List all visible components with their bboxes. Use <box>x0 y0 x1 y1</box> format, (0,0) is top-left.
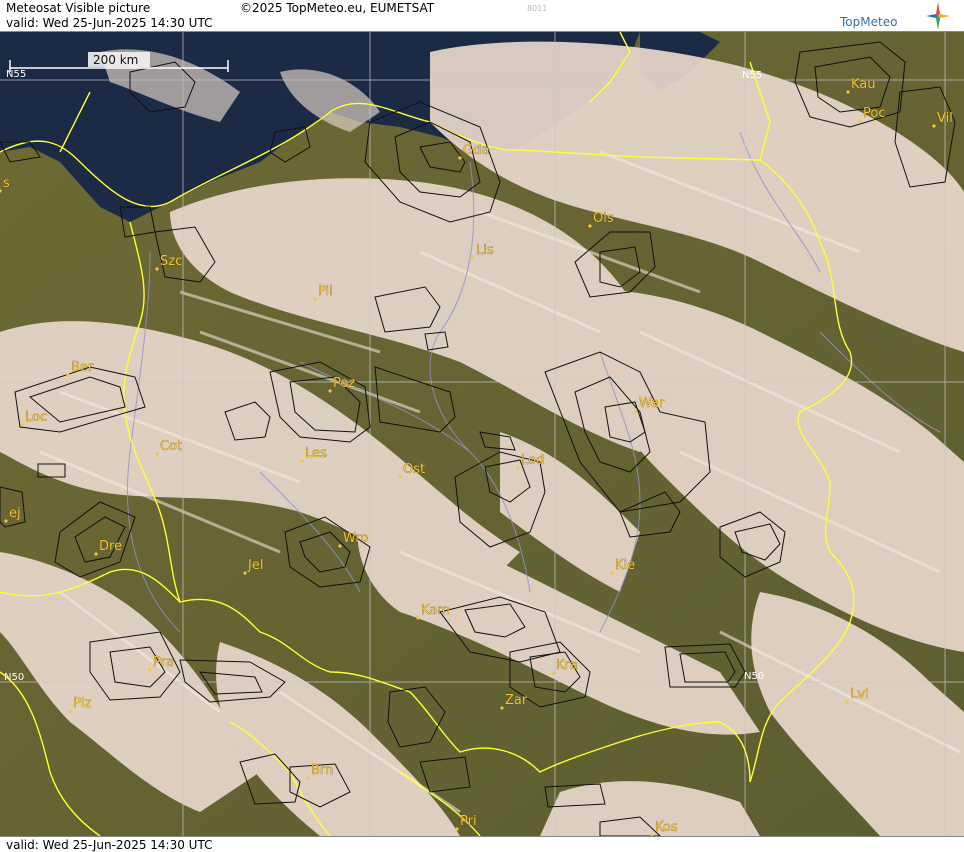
city-label: Kra <box>556 658 578 673</box>
city-dot <box>300 459 304 463</box>
valid-time: valid: Wed 25-Jun-2025 14:30 UTC <box>6 16 213 30</box>
city-dot <box>858 119 862 123</box>
city-dot <box>338 544 342 548</box>
lat-label-n55-right: N55 <box>742 70 762 81</box>
city-dot <box>500 706 504 710</box>
city-dot <box>458 156 462 160</box>
city-label: Szc <box>160 254 182 269</box>
satellite-map[interactable]: N55 N55 N50 N50 200 km Gda Kau Poc Vil Szc Ol… <box>0 32 964 836</box>
city-dot <box>610 571 614 575</box>
city-dot <box>551 671 555 675</box>
image-code: 8011 <box>527 4 548 13</box>
lat-label-n55-left: N55 <box>6 69 26 80</box>
city-dot <box>155 452 159 456</box>
city-dot <box>94 552 98 556</box>
city-dot <box>20 423 24 427</box>
compass-star-icon <box>926 2 950 30</box>
city-label: Ost <box>403 462 425 477</box>
city-label: Kau <box>851 77 876 92</box>
city-label: Dre <box>99 539 122 554</box>
city-label: Vil <box>937 111 953 126</box>
footer-bar: valid: Wed 25-Jun-2025 14:30 UTC <box>0 836 964 852</box>
city-label: Poc <box>863 106 885 121</box>
city-label: Pri <box>460 814 477 829</box>
city-dot <box>455 827 459 831</box>
city-dot <box>471 256 475 260</box>
scale-label: 200 km <box>93 53 138 67</box>
city-label: Lvi <box>850 687 869 702</box>
logo-text: TopMeteo <box>840 15 898 29</box>
city-dot <box>416 616 420 620</box>
city-label: Loc <box>25 410 47 425</box>
city-label: ej <box>9 506 21 521</box>
city-dot <box>328 389 332 393</box>
city-label: Wro <box>343 531 368 546</box>
city-label: Poz <box>333 376 355 391</box>
city-dot <box>68 709 72 713</box>
city-dot <box>634 409 638 413</box>
topmeteo-logo[interactable]: TopMeteo <box>840 2 950 30</box>
city-dot <box>516 466 520 470</box>
city-dot <box>932 124 936 128</box>
city-dot <box>155 267 159 271</box>
city-dot <box>845 700 849 704</box>
city-label: War <box>639 396 665 411</box>
lat-label-n50-right: N50 <box>744 671 764 682</box>
city-dot <box>4 519 8 523</box>
city-label: Cot <box>160 439 182 454</box>
image-title: Meteosat Visible picture <box>6 1 151 15</box>
lat-label-n50-left: N50 <box>4 672 24 683</box>
footer-valid-time: valid: Wed 25-Jun-2025 14:30 UTC <box>6 838 213 852</box>
city-dot <box>148 668 152 672</box>
city-label: Jel <box>247 558 263 573</box>
header-bar: Meteosat Visible picture ©2025 TopMeteo.… <box>0 0 964 32</box>
city-label: Ber <box>71 360 94 375</box>
city-dot <box>398 475 402 479</box>
copyright-text: ©2025 TopMeteo.eu, EUMETSAT <box>240 1 435 15</box>
city-label: Pra <box>153 655 174 670</box>
city-dot <box>313 297 317 301</box>
satellite-map-svg: N55 N55 N50 N50 200 km Gda Kau Poc Vil Szc Ol… <box>0 32 964 836</box>
city-label: Zar <box>505 693 528 708</box>
city-dot <box>588 224 592 228</box>
city-dot <box>66 373 70 377</box>
city-label: Kam <box>421 603 450 618</box>
city-label: Les <box>305 446 327 461</box>
city-label: Lod <box>521 453 544 468</box>
city-dot <box>846 90 850 94</box>
city-label: Plz <box>73 696 91 711</box>
city-label: Kos <box>655 820 678 835</box>
city-label: s <box>3 176 10 191</box>
city-label: Kie <box>615 558 635 573</box>
city-label: Ols <box>593 211 614 226</box>
city-dot <box>243 571 247 575</box>
city-label: Gda <box>463 143 489 158</box>
city-label: Lis <box>476 243 494 258</box>
city-dot <box>306 776 310 780</box>
city-label: Pil <box>318 284 333 299</box>
city-label: Brn <box>311 763 333 778</box>
